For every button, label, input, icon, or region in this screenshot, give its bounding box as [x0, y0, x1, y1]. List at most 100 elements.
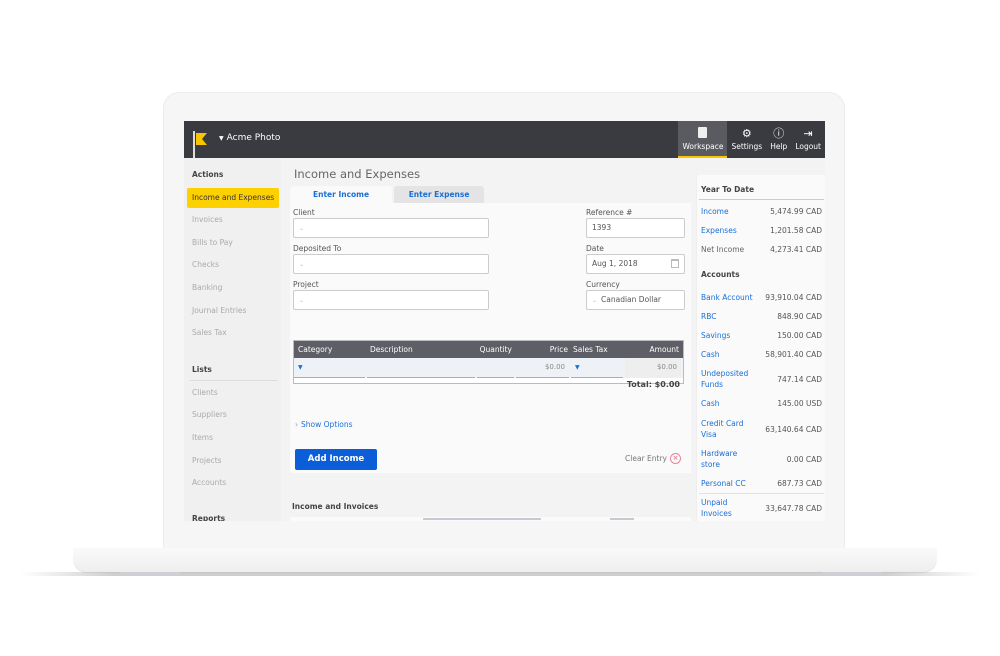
- reference-input[interactable]: 1393: [586, 218, 685, 238]
- account-link[interactable]: Savings: [701, 330, 761, 341]
- nav-settings[interactable]: ⚙ Settings: [727, 121, 766, 158]
- caret-down-icon: ▼: [298, 364, 303, 371]
- account-row: Hardware store 0.00 CAD: [701, 448, 822, 470]
- nav-label: Help: [770, 142, 788, 151]
- account-link[interactable]: RBC: [701, 311, 761, 322]
- nav-label: Settings: [731, 142, 763, 151]
- income-form: Client ⌄ Deposited To ⌄ Project ⌄ Refere…: [290, 203, 691, 473]
- account-row: Cash 58,901.40 CAD: [701, 349, 822, 360]
- account-row: Unpaid Invoices 33,647.78 CAD: [701, 497, 822, 519]
- tab-enter-expense[interactable]: Enter Expense: [394, 186, 485, 203]
- help-icon: ⓘ: [773, 127, 785, 140]
- account-link[interactable]: Unpaid Invoices: [701, 497, 745, 519]
- account-balance: 58,901.40 CAD: [765, 350, 822, 359]
- grid-header: Category Description Quantity Price Sale…: [294, 341, 683, 358]
- description-cell[interactable]: [367, 358, 475, 378]
- nav-logout[interactable]: ⇥ Logout: [791, 121, 825, 158]
- ytd-income-value: 5,474.99 CAD: [770, 207, 822, 216]
- grid-total: Total: $0.00: [626, 380, 680, 389]
- sidebar-item-items[interactable]: Items: [187, 428, 279, 448]
- col-quantity: Quantity: [479, 345, 512, 354]
- accounts-heading: Accounts: [701, 270, 740, 279]
- price-cell[interactable]: $0.00: [516, 358, 569, 378]
- reference-label: Reference #: [586, 208, 633, 217]
- ytd-row: Income 5,474.99 CAD: [701, 206, 822, 217]
- sidebar-heading-reports: Reports: [192, 514, 226, 521]
- app-screen: ▼ Acme Photo Workspace ⚙ Settings ⓘ Help…: [184, 121, 825, 521]
- currency-select[interactable]: ⌄ Canadian Dollar: [586, 290, 685, 310]
- sidebar-item-clients[interactable]: Clients: [187, 383, 279, 403]
- col-price: Price: [549, 345, 568, 354]
- income-invoices-heading: Income and Invoices: [292, 502, 379, 511]
- category-cell[interactable]: ▼: [294, 358, 365, 378]
- col-category: Category: [298, 345, 333, 354]
- tab-enter-income[interactable]: Enter Income: [290, 186, 393, 203]
- sidebar-item-projects[interactable]: Projects: [187, 451, 279, 471]
- filter-control[interactable]: [610, 518, 634, 520]
- account-link[interactable]: Hardware store: [701, 448, 745, 470]
- top-bar: ▼ Acme Photo Workspace ⚙ Settings ⓘ Help…: [184, 121, 825, 158]
- add-income-button[interactable]: Add Income: [295, 449, 377, 470]
- flag-logo-icon[interactable]: [193, 131, 209, 158]
- filter-control[interactable]: [423, 518, 541, 520]
- account-row: RBC 848.90 CAD: [701, 311, 822, 322]
- quantity-cell[interactable]: [477, 358, 514, 378]
- calendar-icon[interactable]: [671, 259, 679, 268]
- ytd-expenses-link[interactable]: Expenses: [701, 225, 761, 236]
- deposited-to-select[interactable]: ⌄: [293, 254, 489, 274]
- nav-label: Workspace: [682, 142, 724, 151]
- ytd-row: Net Income 4,273.41 CAD: [701, 244, 822, 255]
- sidebar-heading-lists: Lists: [192, 365, 212, 374]
- caret-down-icon: ▼: [219, 134, 224, 142]
- account-balance: 93,910.04 CAD: [765, 293, 822, 302]
- show-options-link[interactable]: › Show Options: [295, 420, 353, 429]
- account-link[interactable]: Cash: [701, 398, 761, 409]
- laptop-base: [73, 548, 937, 572]
- date-input[interactable]: Aug 1, 2018: [586, 254, 685, 274]
- project-select[interactable]: ⌄: [293, 290, 489, 310]
- currency-label: Currency: [586, 280, 620, 289]
- sidebar-item-journal-entries[interactable]: Journal Entries: [187, 301, 279, 321]
- account-link[interactable]: Undeposited Funds: [701, 368, 755, 390]
- sidebar-item-checks[interactable]: Checks: [187, 255, 279, 275]
- summary-panel: Year To Date Income 5,474.99 CAD Expense…: [696, 175, 825, 521]
- account-balance: 687.73 CAD: [777, 479, 822, 488]
- sidebar-item-income-expenses[interactable]: Income and Expenses: [187, 188, 279, 208]
- close-circle-icon: ×: [670, 453, 681, 464]
- sidebar-item-banking[interactable]: Banking: [187, 278, 279, 298]
- sidebar: Actions Income and Expenses Invoices Bil…: [184, 158, 281, 521]
- account-link[interactable]: Personal CC: [701, 478, 761, 489]
- logout-icon: ⇥: [803, 127, 813, 140]
- chevron-down-icon: ⌄: [299, 297, 305, 304]
- nav-help[interactable]: ⓘ Help: [766, 121, 791, 158]
- sidebar-item-bills[interactable]: Bills to Pay: [187, 233, 279, 253]
- ytd-income-link[interactable]: Income: [701, 206, 761, 217]
- chevron-down-icon: ⌄: [299, 261, 305, 268]
- chevron-down-icon: ⌄: [592, 297, 598, 304]
- col-amount: Amount: [649, 345, 679, 354]
- sales-tax-cell[interactable]: ▼: [571, 358, 623, 378]
- col-description: Description: [370, 345, 413, 354]
- account-row: Undeposited Funds 747.14 CAD: [701, 368, 822, 390]
- clear-entry-label: Clear Entry: [625, 454, 667, 463]
- show-options-label: Show Options: [301, 420, 353, 429]
- company-switcher[interactable]: ▼ Acme Photo: [219, 133, 280, 143]
- account-balance: 145.00 USD: [777, 399, 822, 408]
- sidebar-item-suppliers[interactable]: Suppliers: [187, 405, 279, 425]
- account-link[interactable]: Bank Account: [701, 292, 761, 303]
- account-link[interactable]: Cash: [701, 349, 761, 360]
- amount-cell: $0.00: [625, 358, 681, 378]
- ytd-net-income-label: Net Income: [701, 245, 745, 254]
- col-sales-tax: Sales Tax: [573, 345, 608, 354]
- chevron-right-icon: ›: [295, 420, 298, 429]
- ytd-row: Expenses 1,201.58 CAD: [701, 225, 822, 236]
- account-link[interactable]: Credit Card Visa: [701, 418, 751, 440]
- client-select[interactable]: ⌄: [293, 218, 489, 238]
- nav-workspace[interactable]: Workspace: [678, 121, 728, 158]
- sidebar-item-sales-tax[interactable]: Sales Tax: [187, 323, 279, 343]
- sidebar-item-invoices[interactable]: Invoices: [187, 210, 279, 230]
- clear-entry-button[interactable]: Clear Entry ×: [625, 453, 681, 464]
- sidebar-item-accounts[interactable]: Accounts: [187, 473, 279, 493]
- account-balance: 33,647.78 CAD: [765, 503, 822, 513]
- table-row: ▼ $0.00 ▼ $0.00: [294, 358, 683, 378]
